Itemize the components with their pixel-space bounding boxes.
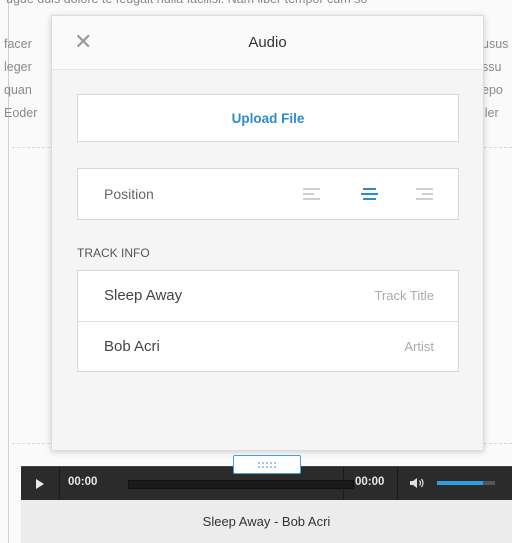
track-title-value: Sleep Away	[104, 287, 183, 304]
background-text-word: ller	[482, 106, 499, 120]
audio-modal: ✕ Audio Upload File Position TRACK INFO …	[51, 15, 484, 451]
align-left-icon[interactable]	[303, 187, 320, 202]
background-text-word: leger	[4, 60, 32, 74]
volume-icon[interactable]	[409, 476, 427, 490]
background-text-word: quan	[4, 83, 32, 97]
artist-field[interactable]: Bob Acri Artist	[78, 322, 458, 372]
artist-value: Bob Acri	[104, 338, 160, 355]
track-title-field[interactable]: Sleep Away Track Title	[78, 271, 458, 322]
background-text-line: ugue duis dolore te feugait nulla facili…	[6, 0, 367, 11]
current-time: 00:00	[68, 476, 98, 488]
background-text-word: ssu	[482, 60, 502, 74]
modal-header: ✕ Audio	[52, 16, 483, 70]
play-icon	[36, 478, 44, 489]
player-divider	[343, 467, 344, 500]
volume-level	[437, 481, 484, 485]
track-title-hint: Track Title	[374, 288, 434, 303]
background-text-word: epo	[482, 83, 503, 97]
upload-file-button[interactable]: Upload File	[77, 94, 459, 142]
drag-grip-icon	[258, 461, 276, 468]
position-label: Position	[104, 186, 154, 202]
duration-time: 00:00	[355, 476, 385, 488]
volume-slider[interactable]	[437, 481, 495, 485]
player-divider	[397, 467, 398, 500]
position-row: Position	[77, 168, 459, 220]
modal-title: Audio	[248, 34, 287, 51]
track-info-heading: TRACK INFO	[77, 246, 150, 260]
background-text-word: Eoder	[4, 106, 38, 120]
track-caption: Sleep Away - Bob Acri	[21, 500, 512, 543]
block-drag-handle[interactable]	[233, 455, 301, 474]
align-center-icon[interactable]	[361, 187, 378, 202]
track-info-card: Sleep Away Track Title Bob Acri Artist	[77, 270, 459, 372]
player-divider	[59, 467, 60, 500]
progress-scrubber[interactable]	[128, 480, 354, 489]
play-button[interactable]	[21, 467, 59, 500]
background-text-word: facer	[4, 37, 32, 51]
background-text-word: usus	[482, 37, 509, 51]
artist-hint: Artist	[404, 339, 434, 354]
align-right-icon[interactable]	[416, 187, 433, 202]
